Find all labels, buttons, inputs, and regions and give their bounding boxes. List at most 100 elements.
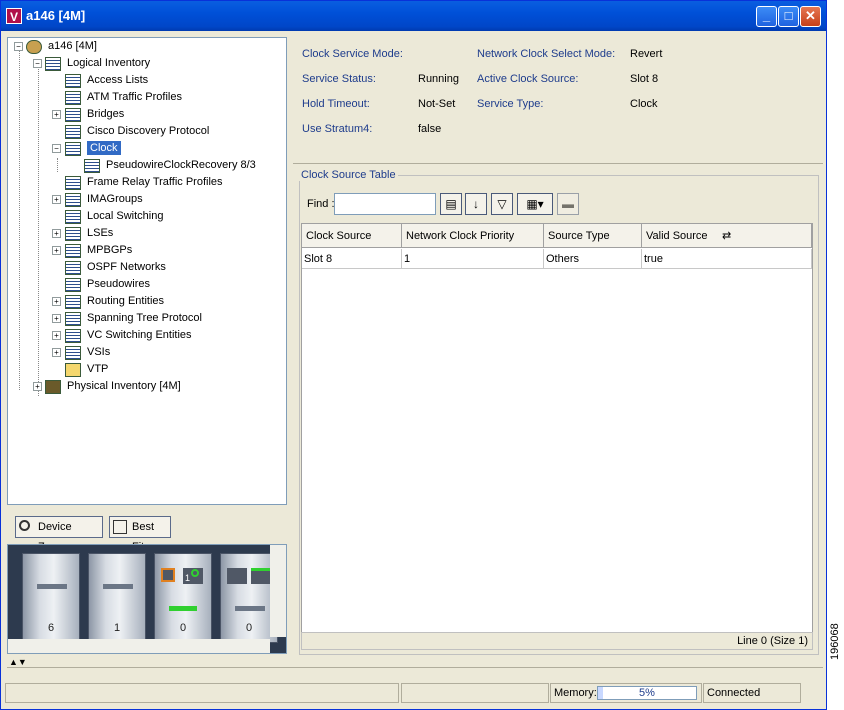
tree-item-vsis[interactable]: VSIs bbox=[65, 344, 110, 361]
tree-item-atm-traffic-profiles[interactable]: ATM Traffic Profiles bbox=[65, 89, 182, 106]
table-cell[interactable]: 1 bbox=[402, 249, 544, 269]
filter-icon[interactable]: ▽ bbox=[491, 193, 513, 215]
maximize-button[interactable]: □ bbox=[778, 6, 799, 27]
clock-service-mode-label: Clock Service Mode: bbox=[302, 48, 403, 60]
tree-item-imagroups[interactable]: IMAGroups bbox=[65, 191, 143, 208]
tree-item-vc-switching-entities[interactable]: VC Switching Entities bbox=[65, 327, 192, 344]
tree-item-ospf-networks[interactable]: OSPF Networks bbox=[65, 259, 166, 276]
service-type-label: Service Type: bbox=[477, 98, 544, 110]
best-fit-button[interactable]: Best Fit bbox=[109, 516, 171, 553]
expand-icon[interactable]: + bbox=[52, 297, 61, 306]
collapse-icon[interactable]: − bbox=[14, 42, 23, 51]
envelope-icon bbox=[65, 362, 81, 377]
column-header-valid-source[interactable]: Valid Source ⇄ bbox=[642, 224, 812, 248]
tree-root[interactable]: a146 [4M] bbox=[26, 38, 97, 55]
column-header-clock-source[interactable]: Clock Source bbox=[302, 224, 402, 248]
tree-item-routing-entities[interactable]: Routing Entities bbox=[65, 293, 164, 310]
hold-timeout-label: Hold Timeout: bbox=[302, 98, 370, 110]
active-clock-source-label: Active Clock Source: bbox=[477, 73, 579, 85]
zoom-toolbar: Device Zoom Best Fit bbox=[7, 513, 287, 553]
find-input[interactable] bbox=[334, 193, 436, 215]
window-title: a146 [4M] bbox=[26, 8, 86, 23]
expand-icon[interactable]: + bbox=[52, 246, 61, 255]
tree-item-access-lists[interactable]: Access Lists bbox=[65, 72, 148, 89]
tree-item-pseudowire-clock-recovery[interactable]: PseudowireClockRecovery 8/3 bbox=[84, 157, 256, 174]
close-button[interactable]: ✕ bbox=[800, 6, 821, 27]
title-bar[interactable]: V a146 [4M] _ □ ✕ bbox=[1, 1, 826, 31]
tree-item-vtp[interactable]: VTP bbox=[65, 361, 108, 378]
device-view[interactable]: 6 1 1 0 0 bbox=[7, 544, 287, 654]
expand-icon[interactable]: + bbox=[52, 314, 61, 323]
table-icon bbox=[65, 73, 81, 88]
vertical-scrollbar[interactable] bbox=[270, 545, 286, 637]
table-icon bbox=[65, 175, 81, 190]
tree-item-mpbgps[interactable]: MPBGPs bbox=[65, 242, 132, 259]
inventory-icon bbox=[45, 56, 61, 71]
horizontal-scrollbar[interactable] bbox=[8, 639, 270, 653]
chassis-icon bbox=[45, 379, 61, 394]
hold-timeout-value: Not-Set bbox=[418, 98, 456, 110]
table-icon bbox=[65, 243, 81, 258]
tree-logical-inventory[interactable]: Logical Inventory bbox=[45, 55, 150, 72]
port-icon bbox=[161, 568, 175, 582]
table-icon bbox=[84, 158, 100, 173]
minimize-button[interactable]: _ bbox=[756, 6, 777, 27]
refresh-icon: ⇄ bbox=[722, 230, 732, 242]
service-status-label: Service Status: bbox=[302, 73, 376, 85]
table-icon bbox=[65, 311, 81, 326]
table-icon bbox=[65, 192, 81, 207]
connection-status: Connected bbox=[703, 683, 801, 703]
chassis-slot[interactable]: 1 bbox=[88, 553, 146, 643]
expand-icon[interactable]: + bbox=[33, 382, 42, 391]
status-cell bbox=[401, 683, 549, 703]
collapse-icon[interactable]: − bbox=[33, 59, 42, 68]
tree-item-local-switching[interactable]: Local Switching bbox=[65, 208, 163, 225]
inventory-tree[interactable]: − a146 [4M] − Logical Inventory Access L… bbox=[7, 37, 287, 505]
tree-item-spanning-tree-protocol[interactable]: Spanning Tree Protocol bbox=[65, 310, 202, 327]
tree-item-lses[interactable]: LSEs bbox=[65, 225, 113, 242]
table-icon bbox=[65, 107, 81, 122]
table-icon bbox=[65, 141, 81, 156]
status-cell bbox=[5, 683, 399, 703]
column-header-network-clock-priority[interactable]: Network Clock Priority bbox=[402, 224, 544, 248]
device-zoom-button[interactable]: Device Zoom bbox=[15, 516, 103, 553]
sort-icon[interactable]: ↓ bbox=[465, 193, 487, 215]
expand-icon[interactable]: + bbox=[52, 110, 61, 119]
device-icon bbox=[26, 39, 42, 54]
fit-icon bbox=[113, 520, 127, 534]
tree-item-clock[interactable]: Clock bbox=[65, 140, 121, 157]
expand-icon[interactable]: + bbox=[52, 331, 61, 340]
expand-icon[interactable]: + bbox=[52, 229, 61, 238]
network-clock-select-mode-value: Revert bbox=[630, 48, 663, 60]
network-clock-select-mode-label: Network Clock Select Mode: bbox=[477, 48, 616, 60]
service-type-value: Clock bbox=[630, 98, 658, 110]
chassis-slot[interactable]: 1 0 bbox=[154, 553, 212, 643]
export-icon[interactable]: ▬ bbox=[557, 193, 579, 215]
table-cell[interactable]: Others bbox=[544, 249, 642, 269]
expand-icon[interactable]: + bbox=[52, 348, 61, 357]
tree-item-pseudowires[interactable]: Pseudowires bbox=[65, 276, 150, 293]
table-cell[interactable]: true bbox=[642, 249, 812, 269]
collapse-icon[interactable]: − bbox=[52, 144, 61, 153]
table-icon bbox=[65, 260, 81, 275]
port-badge: 1 bbox=[183, 568, 203, 584]
tree-physical-inventory[interactable]: Physical Inventory [4M] bbox=[45, 378, 181, 395]
service-status-value: Running bbox=[418, 73, 459, 85]
memory-indicator: Memory: 5% bbox=[550, 683, 702, 703]
find-next-icon[interactable]: ▤ bbox=[440, 193, 462, 215]
active-clock-source-value: Slot 8 bbox=[630, 73, 659, 85]
chassis-slot[interactable]: 6 bbox=[22, 553, 80, 643]
tree-item-bridges[interactable]: Bridges bbox=[65, 106, 124, 123]
tree-item-cisco-discovery-protocol[interactable]: Cisco Discovery Protocol bbox=[65, 123, 209, 140]
column-header-source-type[interactable]: Source Type bbox=[544, 224, 642, 248]
table-icon bbox=[65, 345, 81, 360]
expand-icon[interactable]: + bbox=[52, 195, 61, 204]
clock-source-table: Clock Source Network Clock Priority Sour… bbox=[301, 223, 813, 633]
table-cell[interactable]: Slot 8 bbox=[302, 249, 402, 269]
status-led bbox=[169, 606, 197, 611]
find-label: Find : bbox=[307, 198, 335, 210]
split-arrows-icon[interactable]: ▲▼ bbox=[9, 657, 27, 667]
table-icon bbox=[65, 294, 81, 309]
tree-item-frame-relay-traffic-profiles[interactable]: Frame Relay Traffic Profiles bbox=[65, 174, 223, 191]
columns-dropdown-icon[interactable]: ▦▾ bbox=[517, 193, 553, 215]
